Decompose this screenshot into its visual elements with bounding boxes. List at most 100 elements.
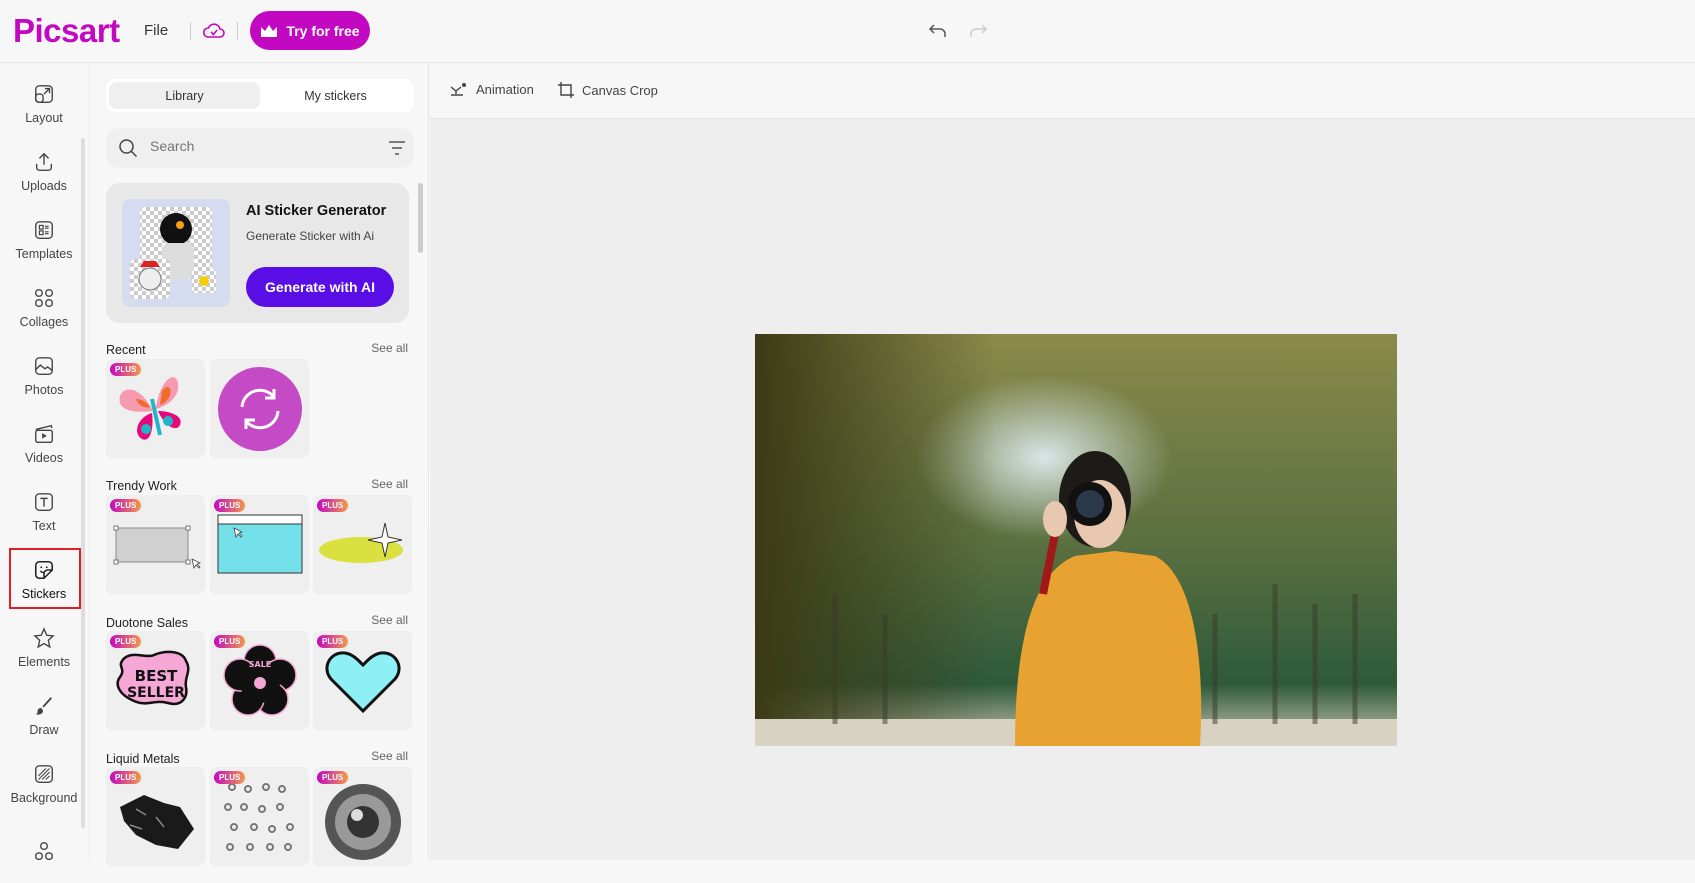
plus-badge: PLUS bbox=[317, 635, 349, 648]
canvas-crop-label: Canvas Crop bbox=[582, 82, 658, 98]
try-for-free-button[interactable]: Try for free bbox=[250, 11, 370, 50]
sticker-heart[interactable]: PLUS bbox=[313, 631, 412, 730]
brush-icon bbox=[35, 697, 53, 715]
search-input[interactable] bbox=[150, 138, 350, 154]
divider bbox=[237, 22, 238, 40]
stickers-panel: Library My stickers AI Sticker Generator… bbox=[90, 63, 429, 866]
sticker-yellow-sparkle[interactable]: PLUS bbox=[313, 495, 412, 594]
collages-icon bbox=[35, 289, 53, 307]
sidebar-item-templates[interactable]: Templates bbox=[6, 209, 82, 271]
sale-text: SALE bbox=[249, 660, 272, 669]
sidebar-item-label: Videos bbox=[25, 451, 63, 465]
section-title: Recent bbox=[106, 343, 146, 357]
section-title: Trendy Work bbox=[106, 479, 177, 493]
ai-sticker-preview-image bbox=[122, 199, 230, 307]
generate-with-ai-button[interactable]: Generate with AI bbox=[246, 267, 394, 307]
plus-badge: PLUS bbox=[317, 771, 349, 784]
sidebar-item-background[interactable]: Background bbox=[6, 753, 82, 815]
sidebar-item-uploads[interactable]: Uploads bbox=[6, 141, 82, 203]
sidebar-item-label: Background bbox=[10, 791, 78, 805]
sidebar-item-photos[interactable]: Photos bbox=[6, 345, 82, 407]
sticker-liquid-metal-flower[interactable]: PLUS bbox=[313, 767, 412, 866]
animation-label: Animation bbox=[476, 81, 534, 97]
sidebar-item-label: Collages bbox=[19, 315, 69, 329]
sidebar-item-videos[interactable]: Videos bbox=[6, 413, 82, 475]
canvas-toolbar: Animation Canvas Crop bbox=[430, 63, 1695, 119]
file-menu[interactable]: File bbox=[144, 22, 168, 39]
sidebar-item-label: Uploads bbox=[21, 179, 67, 193]
video-icon bbox=[35, 424, 53, 443]
sidebar-item-draw[interactable]: Draw bbox=[6, 685, 82, 747]
crown-icon bbox=[261, 24, 278, 37]
see-all-link[interactable]: See all bbox=[371, 613, 408, 627]
left-sidebar: Layout Uploads Templates Collages Photos… bbox=[0, 63, 90, 861]
sticker-best-seller[interactable]: PLUS BEST SELLER bbox=[106, 631, 205, 730]
sidebar-item-label: Templates bbox=[15, 247, 73, 261]
best-seller-text: BEST bbox=[135, 667, 178, 685]
try-for-free-label: Try for free bbox=[286, 22, 360, 39]
section-title: Liquid Metals bbox=[106, 752, 180, 766]
canvas-crop-button[interactable]: Canvas Crop bbox=[557, 81, 658, 99]
sidebar-item-label: Photos bbox=[24, 383, 64, 397]
background-icon bbox=[35, 765, 53, 783]
sidebar-item-label: Text bbox=[32, 519, 56, 533]
plus-badge: PLUS bbox=[317, 499, 349, 512]
text-icon bbox=[35, 493, 53, 511]
ai-sticker-generator-card: AI Sticker Generator Generate Sticker wi… bbox=[106, 183, 409, 323]
sticker-browser-window[interactable]: PLUS bbox=[210, 495, 309, 594]
templates-icon bbox=[35, 221, 53, 239]
plus-badge: PLUS bbox=[214, 635, 246, 648]
ai-card-subtitle: Generate Sticker with Ai bbox=[246, 229, 375, 243]
sticker-sale-flower[interactable]: PLUS SALE bbox=[210, 631, 309, 730]
photo-icon bbox=[35, 357, 53, 375]
section-title: Duotone Sales bbox=[106, 616, 189, 630]
see-all-link[interactable]: See all bbox=[371, 749, 408, 763]
photo-woman-with-camera bbox=[755, 334, 1397, 746]
crop-icon bbox=[558, 82, 574, 98]
see-all-link[interactable]: See all bbox=[371, 477, 408, 491]
sidebar-item-elements[interactable]: Elements bbox=[6, 617, 82, 679]
sticker-liquid-metal-dark[interactable]: PLUS bbox=[106, 767, 205, 866]
upload-icon bbox=[35, 152, 53, 171]
see-all-link[interactable]: See all bbox=[371, 341, 408, 355]
layout-icon bbox=[35, 85, 53, 103]
animation-icon bbox=[450, 83, 466, 96]
plus-badge: PLUS bbox=[110, 499, 142, 512]
canvas-photo[interactable] bbox=[755, 334, 1397, 746]
sticker-butterfly[interactable]: PLUS bbox=[106, 359, 205, 458]
tab-my-stickers[interactable]: My stickers bbox=[260, 82, 411, 109]
tab-library[interactable]: Library bbox=[109, 82, 260, 109]
plus-badge: PLUS bbox=[110, 635, 142, 648]
sticker-refresh-circle[interactable] bbox=[210, 359, 309, 458]
panel-tabs: Library My stickers bbox=[106, 79, 414, 112]
plus-badge: PLUS bbox=[214, 499, 246, 512]
divider bbox=[190, 22, 191, 40]
canvas-area bbox=[430, 119, 1695, 860]
cloud-check-icon[interactable] bbox=[202, 20, 226, 40]
sidebar-item-collages[interactable]: Collages bbox=[6, 277, 82, 339]
plus-badge: PLUS bbox=[110, 771, 142, 784]
redo-icon[interactable] bbox=[968, 21, 988, 41]
filter-icon[interactable] bbox=[388, 140, 406, 156]
sticker-liquid-metal-letters[interactable]: PLUS bbox=[210, 767, 309, 866]
picsart-logo[interactable]: Picsart bbox=[13, 12, 120, 50]
plus-badge: PLUS bbox=[214, 771, 246, 784]
sidebar-item-text[interactable]: Text bbox=[6, 481, 82, 543]
best-seller-text: SELLER bbox=[127, 685, 185, 701]
plus-badge: PLUS bbox=[110, 363, 142, 376]
sidebar-item-label: Layout bbox=[25, 111, 63, 125]
sticker-selection-box[interactable]: PLUS bbox=[106, 495, 205, 594]
sidebar-item-label: Elements bbox=[17, 655, 71, 669]
sidebar-scrollbar[interactable] bbox=[81, 138, 85, 828]
undo-icon[interactable] bbox=[928, 21, 948, 41]
panel-scrollbar[interactable] bbox=[418, 183, 423, 253]
top-bar: Picsart File Try for free bbox=[0, 0, 1695, 63]
search-bar bbox=[106, 128, 414, 168]
ai-card-title: AI Sticker Generator bbox=[246, 203, 387, 219]
stickers-highlight-box bbox=[9, 548, 81, 609]
animation-button[interactable]: Animation bbox=[449, 81, 534, 97]
sidebar-item-layout[interactable]: Layout bbox=[6, 73, 82, 135]
star-icon bbox=[33, 627, 55, 649]
search-icon bbox=[119, 139, 138, 158]
sidebar-item-apps[interactable] bbox=[6, 821, 82, 883]
